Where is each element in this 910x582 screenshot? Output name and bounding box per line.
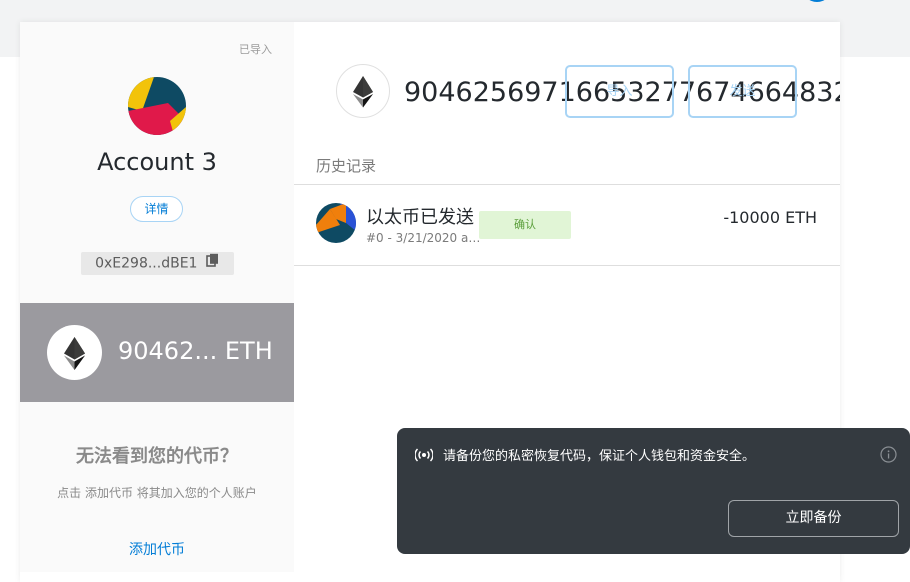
copy-icon (206, 252, 220, 275)
account-details-button[interactable]: 详情 (130, 196, 183, 222)
divider (294, 265, 840, 266)
broadcast-icon (414, 447, 434, 466)
asset-balance-row[interactable]: 90462... ETH (20, 303, 294, 402)
backup-message: 请备份您的私密恢复代码，保证个人钱包和资金安全。 (443, 449, 756, 464)
transaction-title: 以太币已发送 (366, 207, 474, 228)
header-ethereum-icon (336, 64, 390, 118)
ethereum-icon (47, 325, 102, 380)
asset-balance: 90462... ETH (118, 337, 273, 365)
account-name: Account 3 (97, 148, 217, 176)
history-title: 历史记录 (316, 157, 377, 175)
send-button[interactable]: 发送 (688, 65, 797, 118)
transaction-subtitle: #0 - 3/21/2020 at... (366, 231, 481, 245)
imported-label: 已导入 (239, 43, 272, 56)
no-tokens-title: 无法看到您的代币？ (76, 446, 238, 467)
backup-reminder-toast: 请备份您的私密恢复代码，保证个人钱包和资金安全。 立即备份 (397, 428, 910, 554)
account-avatar (128, 77, 186, 135)
account-sidebar: 已导入 Account 3 详情 0xE298...dBE1 90462... … (20, 22, 294, 572)
info-icon[interactable] (880, 446, 897, 467)
transaction-status-badge: 确认 (479, 211, 571, 239)
backup-now-button[interactable]: 立即备份 (728, 500, 899, 537)
add-token-link[interactable]: 添加代币 (20, 539, 294, 559)
address-copy[interactable]: 0xE298...dBE1 (81, 252, 234, 275)
no-tokens-description: 点击 添加代币 将其加入您的个人账户 (57, 486, 257, 500)
transaction-amount: -10000 ETH (723, 208, 817, 227)
recipient-avatar (316, 203, 356, 243)
deposit-button[interactable]: 导入 (565, 65, 674, 118)
account-address: 0xE298...dBE1 (95, 255, 198, 272)
